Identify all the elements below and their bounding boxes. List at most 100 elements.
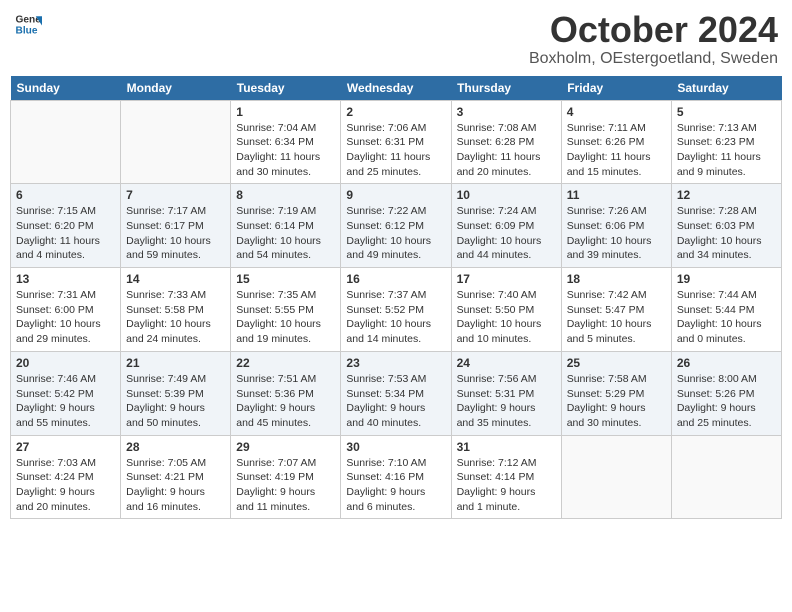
- calendar-cell: 8 Sunrise: 7:19 AM Sunset: 6:14 PM Daylig…: [231, 184, 341, 268]
- cell-info: Sunrise: 7:28 AM Sunset: 6:03 PM Dayligh…: [677, 204, 776, 263]
- day-number: 22: [236, 356, 335, 370]
- cell-info: Sunrise: 7:17 AM Sunset: 6:17 PM Dayligh…: [126, 204, 225, 263]
- day-number: 15: [236, 272, 335, 286]
- day-number: 23: [346, 356, 445, 370]
- cell-info: Sunrise: 7:33 AM Sunset: 5:58 PM Dayligh…: [126, 288, 225, 347]
- location-title: Boxholm, OEstergoetland, Sweden: [529, 50, 778, 68]
- cell-info: Sunrise: 7:12 AM Sunset: 4:14 PM Dayligh…: [457, 456, 556, 515]
- weekday-header-wednesday: Wednesday: [341, 76, 451, 101]
- calendar-cell: 23 Sunrise: 7:53 AM Sunset: 5:34 PM Dayli…: [341, 351, 451, 435]
- day-number: 12: [677, 188, 776, 202]
- calendar-cell: 30 Sunrise: 7:10 AM Sunset: 4:16 PM Dayli…: [341, 435, 451, 519]
- day-number: 10: [457, 188, 556, 202]
- cell-info: Sunrise: 8:00 AM Sunset: 5:26 PM Dayligh…: [677, 372, 776, 431]
- calendar-cell: 9 Sunrise: 7:22 AM Sunset: 6:12 PM Daylig…: [341, 184, 451, 268]
- logo: General Blue: [14, 10, 42, 38]
- cell-info: Sunrise: 7:37 AM Sunset: 5:52 PM Dayligh…: [346, 288, 445, 347]
- cell-info: Sunrise: 7:49 AM Sunset: 5:39 PM Dayligh…: [126, 372, 225, 431]
- calendar-cell: 24Sunrise: 7:56 AM Sunset: 5:31 PM Dayli…: [451, 351, 561, 435]
- calendar-cell: [561, 435, 671, 519]
- calendar-cell: [11, 100, 121, 184]
- day-number: 18: [567, 272, 666, 286]
- day-number: 13: [16, 272, 115, 286]
- cell-info: Sunrise: 7:11 AM Sunset: 6:26 PM Dayligh…: [567, 121, 666, 180]
- day-number: 29: [236, 440, 335, 454]
- cell-info: Sunrise: 7:44 AM Sunset: 5:44 PM Dayligh…: [677, 288, 776, 347]
- day-number: 1: [236, 105, 335, 119]
- cell-info: Sunrise: 7:42 AM Sunset: 5:47 PM Dayligh…: [567, 288, 666, 347]
- cell-info: Sunrise: 7:10 AM Sunset: 4:16 PM Dayligh…: [346, 456, 445, 515]
- day-number: 30: [346, 440, 445, 454]
- day-number: 3: [457, 105, 556, 119]
- month-title: October 2024: [529, 10, 778, 50]
- cell-info: Sunrise: 7:22 AM Sunset: 6:12 PM Dayligh…: [346, 204, 445, 263]
- calendar-cell: [121, 100, 231, 184]
- weekday-header-tuesday: Tuesday: [231, 76, 341, 101]
- svg-text:General: General: [16, 14, 42, 25]
- cell-info: Sunrise: 7:15 AM Sunset: 6:20 PM Dayligh…: [16, 204, 115, 263]
- calendar-cell: 10 Sunrise: 7:24 AM Sunset: 6:09 PM Dayli…: [451, 184, 561, 268]
- day-number: 28: [126, 440, 225, 454]
- day-number: 21: [126, 356, 225, 370]
- calendar-cell: 15 Sunrise: 7:35 AM Sunset: 5:55 PM Dayli…: [231, 268, 341, 352]
- calendar-cell: 18 Sunrise: 7:42 AM Sunset: 5:47 PM Dayli…: [561, 268, 671, 352]
- cell-info: Sunrise: 7:53 AM Sunset: 5:34 PM Dayligh…: [346, 372, 445, 431]
- calendar-cell: [671, 435, 781, 519]
- calendar-table: SundayMondayTuesdayWednesdayThursdayFrid…: [10, 76, 782, 520]
- calendar-cell: 25Sunrise: 7:58 AM Sunset: 5:29 PM Dayli…: [561, 351, 671, 435]
- calendar-cell: 21 Sunrise: 7:49 AM Sunset: 5:39 PM Dayli…: [121, 351, 231, 435]
- calendar-cell: 4Sunrise: 7:11 AM Sunset: 6:26 PM Daylig…: [561, 100, 671, 184]
- logo-icon: General Blue: [14, 10, 42, 38]
- day-number: 8: [236, 188, 335, 202]
- day-number: 31: [457, 440, 556, 454]
- calendar-cell: 20Sunrise: 7:46 AM Sunset: 5:42 PM Dayli…: [11, 351, 121, 435]
- cell-info: Sunrise: 7:06 AM Sunset: 6:31 PM Dayligh…: [346, 121, 445, 180]
- cell-info: Sunrise: 7:26 AM Sunset: 6:06 PM Dayligh…: [567, 204, 666, 263]
- day-number: 19: [677, 272, 776, 286]
- cell-info: Sunrise: 7:35 AM Sunset: 5:55 PM Dayligh…: [236, 288, 335, 347]
- day-number: 14: [126, 272, 225, 286]
- cell-info: Sunrise: 7:08 AM Sunset: 6:28 PM Dayligh…: [457, 121, 556, 180]
- title-block: October 2024 Boxholm, OEstergoetland, Sw…: [529, 10, 778, 68]
- day-number: 7: [126, 188, 225, 202]
- cell-info: Sunrise: 7:24 AM Sunset: 6:09 PM Dayligh…: [457, 204, 556, 263]
- cell-info: Sunrise: 7:31 AM Sunset: 6:00 PM Dayligh…: [16, 288, 115, 347]
- day-number: 6: [16, 188, 115, 202]
- cell-info: Sunrise: 7:51 AM Sunset: 5:36 PM Dayligh…: [236, 372, 335, 431]
- day-number: 26: [677, 356, 776, 370]
- calendar-cell: 14 Sunrise: 7:33 AM Sunset: 5:58 PM Dayli…: [121, 268, 231, 352]
- day-number: 2: [346, 105, 445, 119]
- calendar-cell: 2 Sunrise: 7:06 AM Sunset: 6:31 PM Daylig…: [341, 100, 451, 184]
- cell-info: Sunrise: 7:07 AM Sunset: 4:19 PM Dayligh…: [236, 456, 335, 515]
- weekday-header-saturday: Saturday: [671, 76, 781, 101]
- calendar-cell: 26 Sunrise: 8:00 AM Sunset: 5:26 PM Dayli…: [671, 351, 781, 435]
- day-number: 25: [567, 356, 666, 370]
- day-number: 24: [457, 356, 556, 370]
- page-header: General Blue October 2024 Boxholm, OEste…: [10, 10, 782, 68]
- calendar-cell: 27Sunrise: 7:03 AM Sunset: 4:24 PM Dayli…: [11, 435, 121, 519]
- calendar-cell: 12 Sunrise: 7:28 AM Sunset: 6:03 PM Dayli…: [671, 184, 781, 268]
- calendar-cell: 28 Sunrise: 7:05 AM Sunset: 4:21 PM Dayli…: [121, 435, 231, 519]
- cell-info: Sunrise: 7:05 AM Sunset: 4:21 PM Dayligh…: [126, 456, 225, 515]
- weekday-header-friday: Friday: [561, 76, 671, 101]
- cell-info: Sunrise: 7:40 AM Sunset: 5:50 PM Dayligh…: [457, 288, 556, 347]
- calendar-cell: 3 Sunrise: 7:08 AM Sunset: 6:28 PM Daylig…: [451, 100, 561, 184]
- cell-info: Sunrise: 7:04 AM Sunset: 6:34 PM Dayligh…: [236, 121, 335, 180]
- calendar-cell: 16 Sunrise: 7:37 AM Sunset: 5:52 PM Dayli…: [341, 268, 451, 352]
- calendar-cell: 29 Sunrise: 7:07 AM Sunset: 4:19 PM Dayli…: [231, 435, 341, 519]
- day-number: 9: [346, 188, 445, 202]
- calendar-cell: 31 Sunrise: 7:12 AM Sunset: 4:14 PM Dayli…: [451, 435, 561, 519]
- calendar-cell: 6 Sunrise: 7:15 AM Sunset: 6:20 PM Daylig…: [11, 184, 121, 268]
- weekday-header-thursday: Thursday: [451, 76, 561, 101]
- cell-info: Sunrise: 7:13 AM Sunset: 6:23 PM Dayligh…: [677, 121, 776, 180]
- calendar-cell: 13 Sunrise: 7:31 AM Sunset: 6:00 PM Dayli…: [11, 268, 121, 352]
- svg-text:Blue: Blue: [16, 25, 38, 36]
- cell-info: Sunrise: 7:19 AM Sunset: 6:14 PM Dayligh…: [236, 204, 335, 263]
- calendar-cell: 22 Sunrise: 7:51 AM Sunset: 5:36 PM Dayli…: [231, 351, 341, 435]
- calendar-cell: 17Sunrise: 7:40 AM Sunset: 5:50 PM Dayli…: [451, 268, 561, 352]
- day-number: 16: [346, 272, 445, 286]
- day-number: 27: [16, 440, 115, 454]
- calendar-cell: 19 Sunrise: 7:44 AM Sunset: 5:44 PM Dayli…: [671, 268, 781, 352]
- calendar-cell: 11Sunrise: 7:26 AM Sunset: 6:06 PM Dayli…: [561, 184, 671, 268]
- day-number: 5: [677, 105, 776, 119]
